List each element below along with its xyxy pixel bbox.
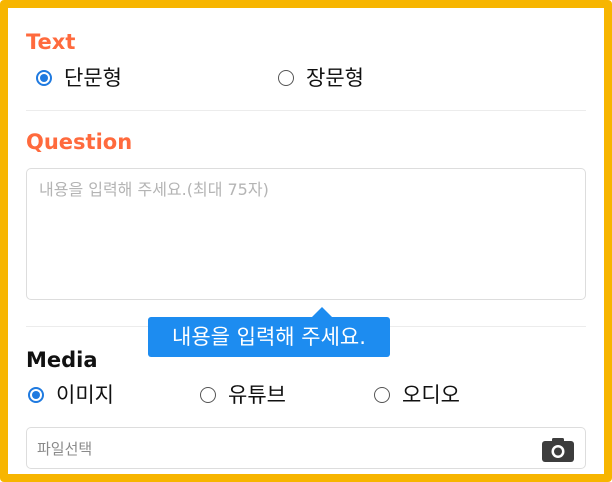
- tooltip-arrow: [312, 307, 332, 317]
- section-divider: [26, 110, 586, 111]
- camera-icon[interactable]: [541, 437, 575, 463]
- question-placeholder: 내용을 입력해 주세요.(최대 75자): [39, 180, 269, 199]
- radio-image-label: 이미지: [56, 383, 114, 407]
- form-panel: Text 단문형 장문형 Question 내용을 입력해 주세요.(최대 75…: [26, 8, 586, 474]
- file-select-placeholder: 파일선택: [37, 440, 93, 458]
- radio-long-label: 장문형: [306, 66, 364, 90]
- question-section-title: Question: [26, 130, 133, 154]
- radio-option-short[interactable]: 단문형: [36, 63, 122, 93]
- radio-audio-label: 오디오: [402, 383, 460, 407]
- form-frame: Text 단문형 장문형 Question 내용을 입력해 주세요.(최대 75…: [0, 0, 612, 482]
- radio-image-indicator[interactable]: [28, 387, 44, 403]
- radio-option-youtube[interactable]: 유튜브: [200, 380, 286, 410]
- radio-audio-indicator[interactable]: [374, 387, 390, 403]
- radio-option-audio[interactable]: 오디오: [374, 380, 460, 410]
- radio-option-image[interactable]: 이미지: [28, 380, 114, 410]
- radio-short-indicator[interactable]: [36, 70, 52, 86]
- file-select-input[interactable]: 파일선택: [26, 427, 586, 469]
- text-type-radio-group: 단문형 장문형: [26, 63, 586, 93]
- text-section-title: Text: [26, 30, 76, 54]
- radio-long-indicator[interactable]: [278, 70, 294, 86]
- radio-youtube-indicator[interactable]: [200, 387, 216, 403]
- radio-youtube-label: 유튜브: [228, 383, 286, 407]
- media-type-radio-group: 이미지 유튜브 오디오: [26, 380, 586, 410]
- radio-option-long[interactable]: 장문형: [278, 63, 364, 93]
- validation-tooltip: 내용을 입력해 주세요.: [148, 317, 390, 357]
- radio-short-label: 단문형: [64, 66, 122, 90]
- question-textarea[interactable]: 내용을 입력해 주세요.(최대 75자): [26, 168, 586, 300]
- media-section-title: Media: [26, 348, 98, 372]
